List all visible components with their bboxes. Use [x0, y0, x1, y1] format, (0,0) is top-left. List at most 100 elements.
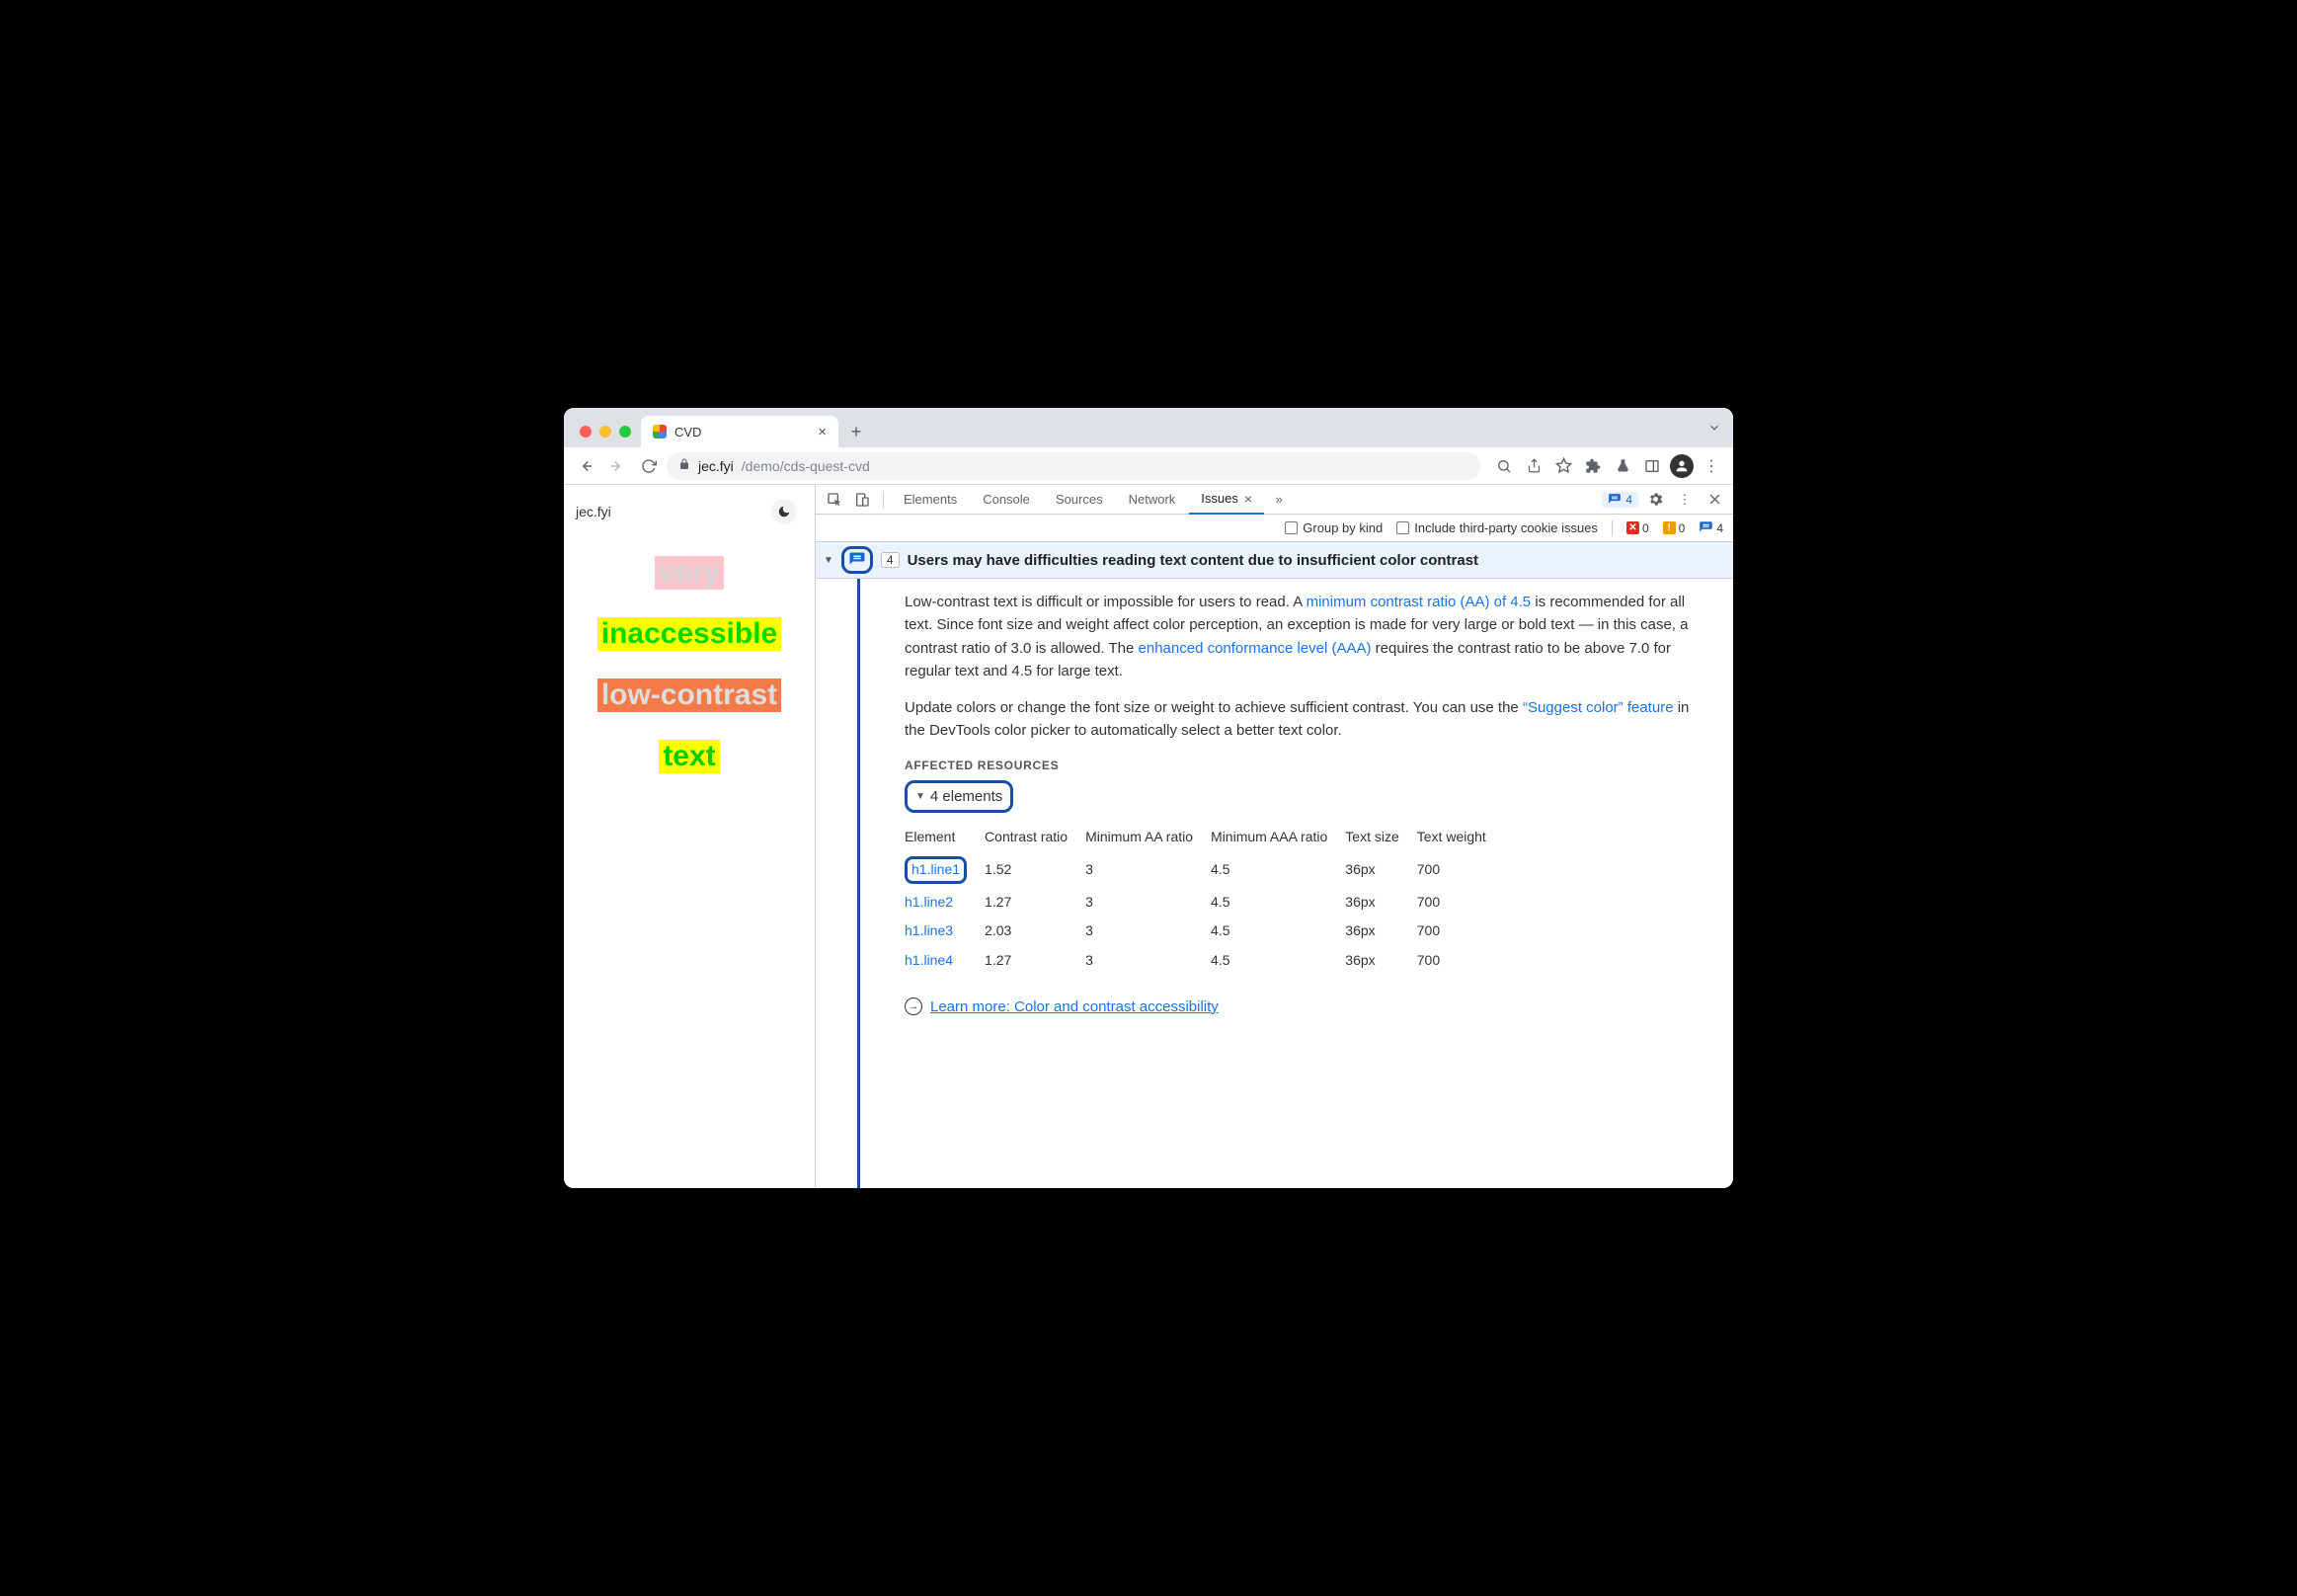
extensions-icon[interactable]	[1579, 452, 1607, 480]
close-window-button[interactable]	[580, 426, 592, 438]
tab-sources[interactable]: Sources	[1044, 485, 1115, 515]
suggest-color-link[interactable]: “Suggest color” feature	[1523, 699, 1674, 716]
dark-mode-toggle[interactable]	[771, 499, 797, 524]
tab-console[interactable]: Console	[971, 485, 1042, 515]
profile-avatar[interactable]	[1668, 452, 1696, 480]
elements-summary-toggle[interactable]: ▼ 4 elements	[905, 780, 1013, 813]
contrast-aaa-link[interactable]: enhanced conformance level (AAA)	[1139, 640, 1372, 657]
inspect-element-icon[interactable]	[822, 487, 847, 513]
table-row: h1.line1 1.52 3 4.5 36px 700	[905, 852, 1504, 888]
browser-window: CVD × + jec.fyi/demo/cds-quest-cvd	[564, 408, 1733, 1188]
disclosure-triangle-icon[interactable]: ▼	[824, 555, 833, 566]
col-size: Text size	[1345, 823, 1416, 852]
browser-menu-icon[interactable]: ⋮	[1698, 452, 1725, 480]
third-party-label: Include third-party cookie issues	[1414, 520, 1598, 535]
demo-heading-2: inaccessible	[597, 617, 781, 651]
devtools-panel: Elements Console Sources Network Issues …	[816, 485, 1733, 1188]
tab-issues-label: Issues	[1201, 491, 1238, 506]
affected-resources-label: Affected Resources	[905, 757, 1705, 775]
table-row: h1.line2 1.27 3 4.5 36px 700	[905, 888, 1504, 918]
col-aa: Minimum AA ratio	[1085, 823, 1211, 852]
window-controls	[576, 426, 637, 447]
element-link[interactable]: h1.line1	[911, 861, 960, 877]
issue-tree-gutter	[857, 579, 905, 1188]
new-tab-button[interactable]: +	[842, 418, 870, 445]
disclosure-triangle-icon: ▼	[915, 789, 925, 805]
toolbar-actions: ⋮	[1490, 452, 1725, 480]
side-panel-icon[interactable]	[1638, 452, 1666, 480]
tab-strip: CVD × +	[564, 408, 1733, 447]
close-tab-icon[interactable]: ×	[1244, 491, 1252, 507]
col-element: Element	[905, 823, 985, 852]
tab-network[interactable]: Network	[1117, 485, 1188, 515]
contrast-aa-link[interactable]: minimum contrast ratio (AA) of 4.5	[1307, 594, 1532, 610]
demo-heading-3: low-contrast	[597, 678, 781, 712]
more-tabs-icon[interactable]: »	[1266, 487, 1292, 513]
element-link[interactable]: h1.line3	[905, 922, 953, 938]
group-by-kind-label: Group by kind	[1303, 520, 1383, 535]
element-link[interactable]: h1.line2	[905, 894, 953, 910]
devtools-menu-icon[interactable]: ⋮	[1672, 487, 1698, 513]
arrow-circle-icon: →	[905, 998, 922, 1015]
labs-icon[interactable]	[1609, 452, 1636, 480]
learn-more-row: → Learn more: Color and contrast accessi…	[905, 996, 1705, 1018]
issues-filter-bar: Group by kind Include third-party cookie…	[816, 515, 1733, 542]
tab-issues[interactable]: Issues ×	[1189, 485, 1264, 515]
address-bar[interactable]: jec.fyi/demo/cds-quest-cvd	[667, 452, 1480, 480]
table-header-row: Element Contrast ratio Minimum AA ratio …	[905, 823, 1504, 852]
issues-count-chip[interactable]: 4	[1602, 492, 1638, 508]
error-icon: ✕	[1626, 521, 1639, 534]
issue-title: Users may have difficulties reading text…	[908, 552, 1478, 569]
close-devtools-icon[interactable]	[1702, 487, 1727, 513]
issue-body: Low-contrast text is difficult or imposs…	[816, 579, 1733, 1188]
tab-list-chevron-icon[interactable]	[1707, 421, 1721, 439]
browser-tab[interactable]: CVD ×	[641, 416, 838, 447]
share-icon[interactable]	[1520, 452, 1547, 480]
maximize-window-button[interactable]	[619, 426, 631, 438]
minimize-window-button[interactable]	[599, 426, 611, 438]
content-area: jec.fyi very inaccessible low-contrast t…	[564, 485, 1733, 1188]
reload-button[interactable]	[635, 452, 663, 480]
elements-summary-text: 4 elements	[930, 785, 1002, 808]
tab-elements[interactable]: Elements	[892, 485, 969, 515]
device-toolbar-icon[interactable]	[849, 487, 875, 513]
bookmark-star-icon[interactable]	[1549, 452, 1577, 480]
browser-toolbar: jec.fyi/demo/cds-quest-cvd ⋮	[564, 447, 1733, 485]
chat-icon	[848, 551, 866, 569]
lock-icon	[678, 458, 690, 473]
settings-gear-icon[interactable]	[1642, 487, 1668, 513]
issue-content: Low-contrast text is difficult or imposs…	[905, 579, 1733, 1188]
issue-header-row[interactable]: ▼ 4 Users may have difficulties reading …	[816, 542, 1733, 579]
devtools-tabbar: Elements Console Sources Network Issues …	[816, 485, 1733, 515]
issue-paragraph-2: Update colors or change the font size or…	[905, 696, 1705, 743]
element-link[interactable]: h1.line4	[905, 952, 953, 968]
url-path: /demo/cds-quest-cvd	[742, 458, 870, 474]
forward-button[interactable]	[603, 452, 631, 480]
col-contrast: Contrast ratio	[985, 823, 1085, 852]
page-site-label: jec.fyi	[576, 504, 611, 519]
warning-icon: !	[1663, 521, 1676, 534]
page-viewport: jec.fyi very inaccessible low-contrast t…	[564, 485, 816, 1188]
table-row: h1.line3 2.03 3 4.5 36px 700	[905, 917, 1504, 946]
url-host: jec.fyi	[698, 458, 734, 474]
col-aaa: Minimum AAA ratio	[1211, 823, 1345, 852]
affected-elements-table: Element Contrast ratio Minimum AA ratio …	[905, 823, 1504, 975]
demo-heading-4: text	[659, 740, 719, 773]
demo-heading-1: very	[655, 556, 724, 590]
issue-count-badge: 4	[881, 552, 900, 568]
group-by-kind-checkbox[interactable]: Group by kind	[1285, 520, 1383, 535]
chip-count: 4	[1625, 493, 1632, 507]
col-weight: Text weight	[1417, 823, 1504, 852]
issue-paragraph-1: Low-contrast text is difficult or imposs…	[905, 591, 1705, 682]
info-count: 4	[1699, 520, 1723, 535]
third-party-checkbox[interactable]: Include third-party cookie issues	[1396, 520, 1598, 535]
learn-more-link[interactable]: Learn more: Color and contrast accessibi…	[930, 996, 1219, 1018]
zoom-icon[interactable]	[1490, 452, 1518, 480]
error-count: ✕0	[1626, 521, 1649, 535]
back-button[interactable]	[572, 452, 599, 480]
warning-count: !0	[1663, 521, 1686, 535]
close-tab-button[interactable]: ×	[818, 424, 827, 440]
table-row: h1.line4 1.27 3 4.5 36px 700	[905, 946, 1504, 976]
tab-title: CVD	[674, 425, 701, 439]
issue-kind-badge	[841, 546, 873, 574]
